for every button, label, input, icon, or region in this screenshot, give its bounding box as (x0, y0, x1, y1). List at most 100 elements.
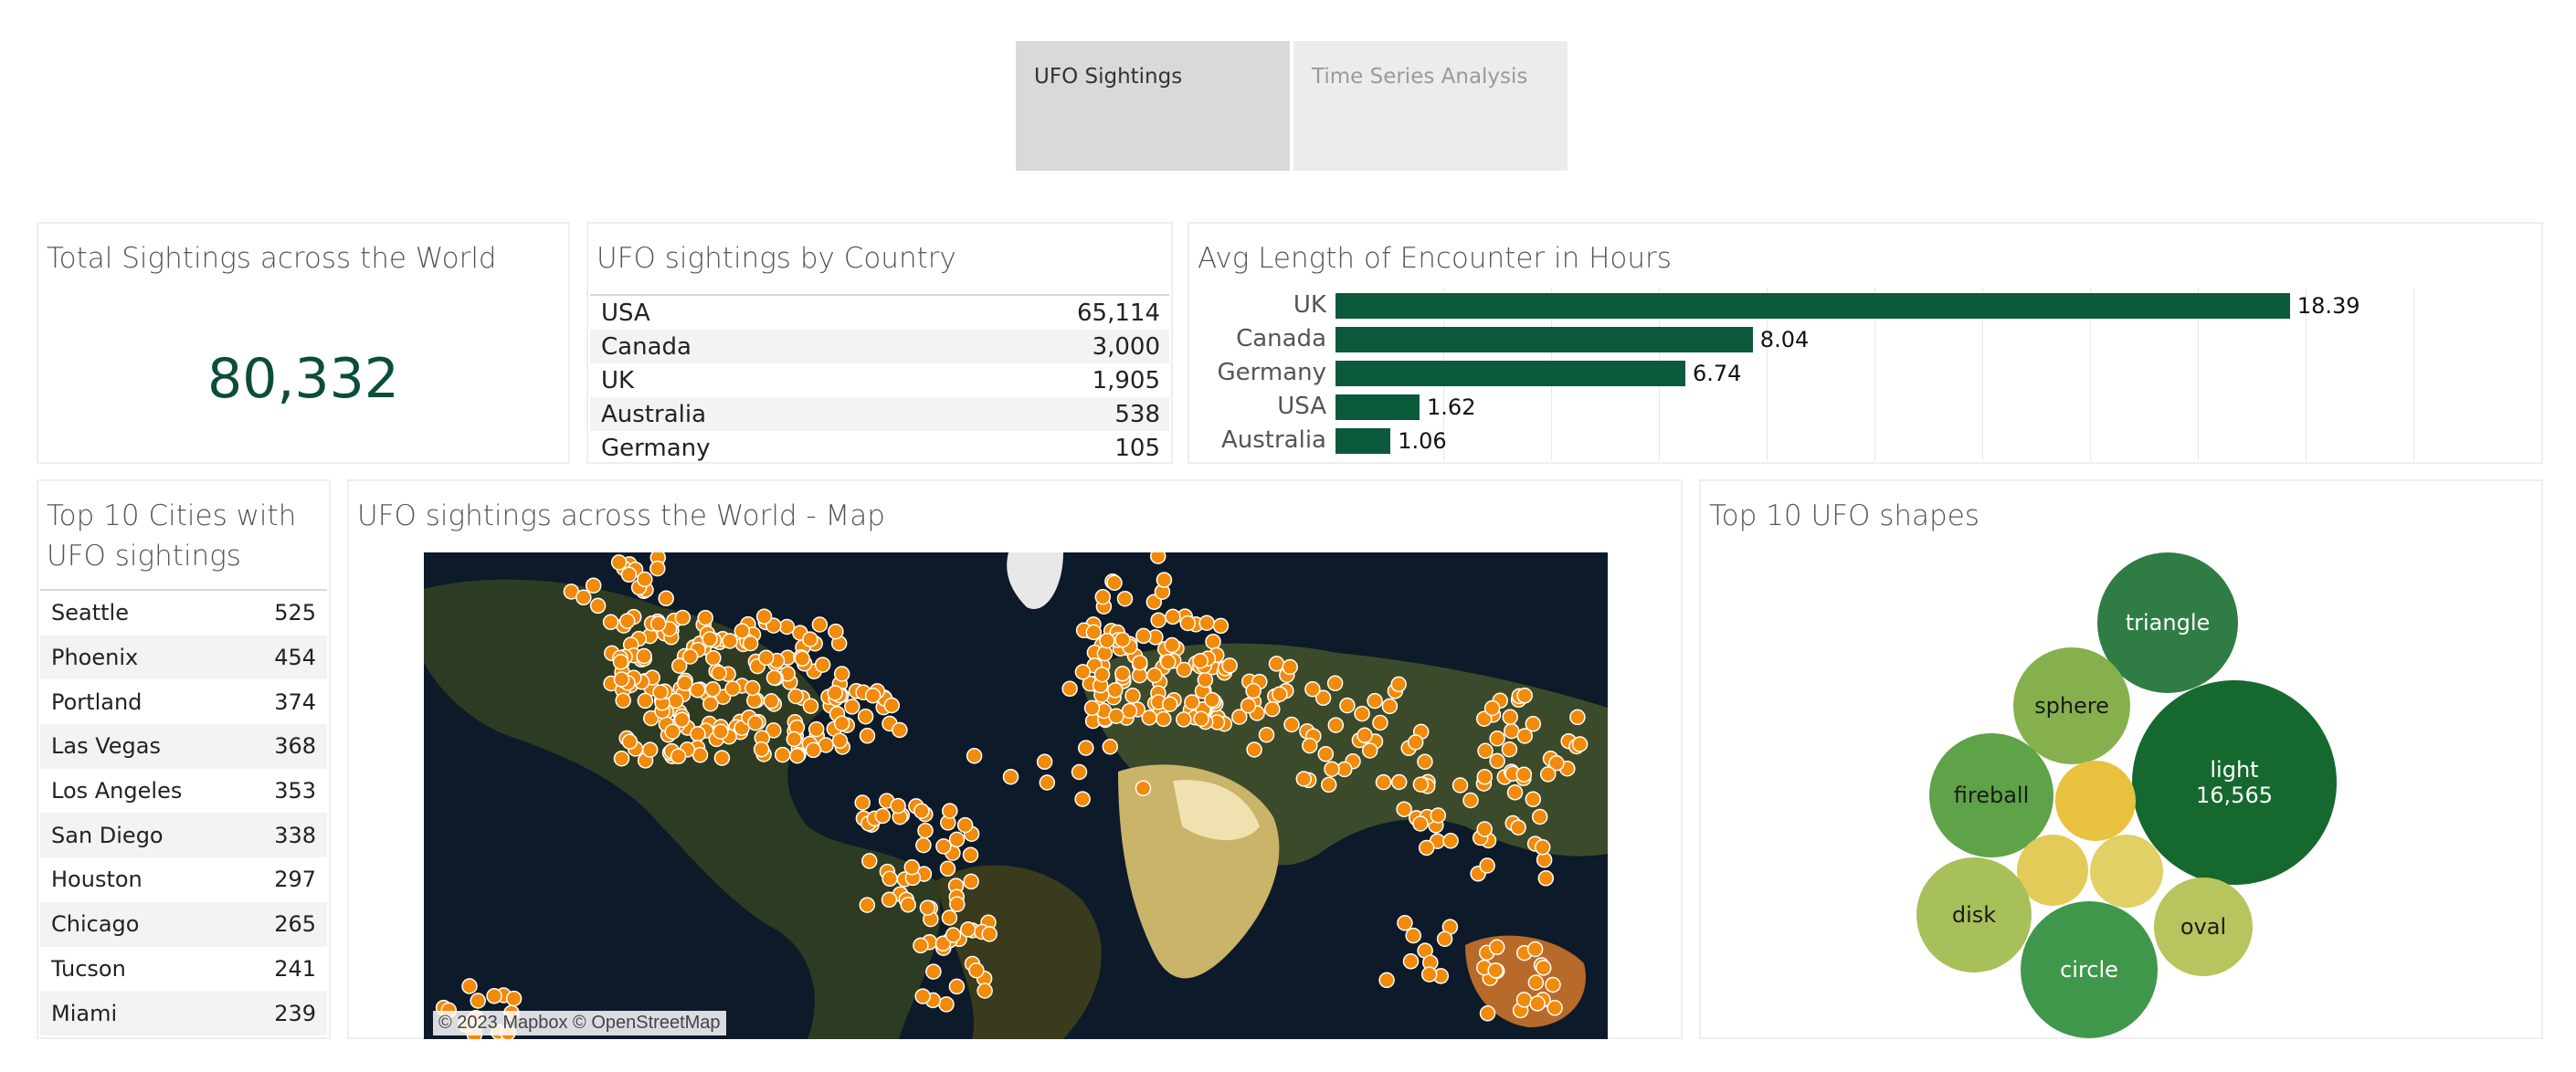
map-point[interactable] (674, 609, 692, 626)
map-point[interactable] (1483, 699, 1501, 717)
map-point[interactable] (941, 909, 958, 926)
map-point[interactable] (1197, 671, 1214, 688)
map-point[interactable] (1184, 694, 1200, 710)
map-point[interactable] (1240, 698, 1257, 714)
map-point[interactable] (1417, 753, 1433, 770)
map-point[interactable] (1204, 691, 1220, 709)
map-point[interactable] (1135, 780, 1152, 796)
map-point[interactable] (1132, 654, 1148, 671)
map-point[interactable] (859, 897, 876, 913)
bubble-disk[interactable]: disk (1916, 857, 2032, 972)
map-point[interactable] (805, 741, 822, 759)
table-row[interactable]: Chicago 265 (40, 901, 327, 947)
map-point[interactable] (755, 608, 773, 625)
map-point[interactable] (613, 671, 630, 688)
map-point[interactable] (1326, 675, 1344, 692)
map-point[interactable] (1083, 699, 1101, 717)
map-point[interactable] (649, 615, 667, 632)
map-point[interactable] (1545, 976, 1561, 993)
map-point[interactable] (913, 937, 929, 954)
map-point[interactable] (1146, 667, 1163, 684)
map-point[interactable] (1192, 652, 1209, 669)
map-point[interactable] (1516, 728, 1533, 744)
map-point[interactable] (811, 616, 829, 633)
map-point[interactable] (814, 657, 831, 673)
table-row[interactable]: Germany 105 (590, 431, 1169, 465)
tab-ufo-sightings[interactable]: UFO Sightings (1016, 41, 1290, 171)
map-point[interactable] (833, 666, 850, 682)
map-point[interactable] (1295, 771, 1313, 787)
table-row[interactable]: USA 65,114 (590, 296, 1169, 330)
map-point[interactable] (636, 647, 652, 665)
map-point[interactable] (1106, 574, 1123, 592)
map-point[interactable] (1502, 709, 1518, 726)
map-point[interactable] (883, 697, 901, 714)
map-point[interactable] (1161, 696, 1178, 712)
map-point[interactable] (938, 996, 955, 1013)
map-point[interactable] (505, 990, 523, 1007)
map-point[interactable] (1412, 815, 1429, 832)
map-point[interactable] (854, 794, 871, 811)
map-point[interactable] (963, 873, 979, 890)
map-point[interactable] (637, 692, 654, 709)
table-row[interactable]: Australia 538 (590, 397, 1169, 431)
map-point[interactable] (1150, 612, 1167, 628)
map-point[interactable] (1525, 791, 1542, 808)
map-point[interactable] (808, 720, 825, 738)
bubble-circle[interactable]: circle (2021, 901, 2158, 1038)
map-point[interactable] (1452, 777, 1469, 793)
world-map[interactable]: © 2023 Mapbox © OpenStreetMap (424, 552, 1608, 1039)
table-row[interactable]: San Diego 338 (40, 813, 327, 858)
map-point[interactable] (1476, 769, 1494, 785)
map-point[interactable] (1367, 692, 1383, 709)
map-point[interactable] (602, 614, 619, 631)
map-point[interactable] (968, 962, 985, 979)
map-point[interactable] (1357, 727, 1373, 744)
map-point[interactable] (1099, 632, 1115, 649)
map-point[interactable] (1078, 740, 1094, 756)
map-point[interactable] (585, 577, 602, 594)
map-point[interactable] (1402, 953, 1420, 970)
map-point[interactable] (1354, 705, 1370, 722)
map-point[interactable] (1094, 588, 1112, 605)
map-point[interactable] (1489, 730, 1505, 747)
map-point[interactable] (1327, 717, 1345, 733)
map-point[interactable] (844, 699, 860, 715)
map-point[interactable] (621, 733, 639, 750)
map-point[interactable] (1108, 708, 1124, 724)
map-point[interactable] (948, 831, 966, 848)
map-point[interactable] (786, 730, 803, 748)
map-point[interactable] (1304, 681, 1321, 698)
bubble-unlabeled-3[interactable] (2090, 835, 2163, 908)
map-point[interactable] (914, 988, 931, 1004)
map-point[interactable] (925, 963, 942, 980)
map-point[interactable] (681, 648, 699, 665)
map-point[interactable] (1282, 658, 1298, 676)
table-row[interactable]: Los Angeles 353 (40, 769, 327, 814)
map-point[interactable] (1246, 741, 1262, 758)
map-point[interactable] (1324, 761, 1340, 777)
map-point[interactable] (704, 681, 722, 698)
map-point[interactable] (1114, 666, 1131, 682)
bubble-oval[interactable]: oval (2154, 878, 2253, 976)
map-point[interactable] (1539, 766, 1557, 783)
map-point[interactable] (1515, 766, 1533, 783)
map-point[interactable] (713, 723, 729, 740)
map-point[interactable] (1510, 819, 1526, 836)
map-point[interactable] (892, 721, 908, 739)
bar-uk[interactable] (1336, 293, 2290, 319)
map-point[interactable] (1176, 711, 1192, 728)
map-point[interactable] (859, 728, 876, 744)
map-point[interactable] (1264, 700, 1281, 718)
map-point[interactable] (1405, 927, 1421, 944)
map-point[interactable] (1002, 768, 1019, 785)
map-point[interactable] (1537, 870, 1555, 887)
map-point[interactable] (827, 685, 843, 701)
table-row[interactable]: Miami 239 (40, 991, 327, 1035)
map-point[interactable] (1302, 737, 1318, 754)
map-point[interactable] (1121, 702, 1138, 720)
map-point[interactable] (1268, 656, 1285, 672)
map-point[interactable] (1489, 752, 1505, 770)
map-point[interactable] (942, 803, 958, 819)
map-point[interactable] (1515, 992, 1533, 1008)
